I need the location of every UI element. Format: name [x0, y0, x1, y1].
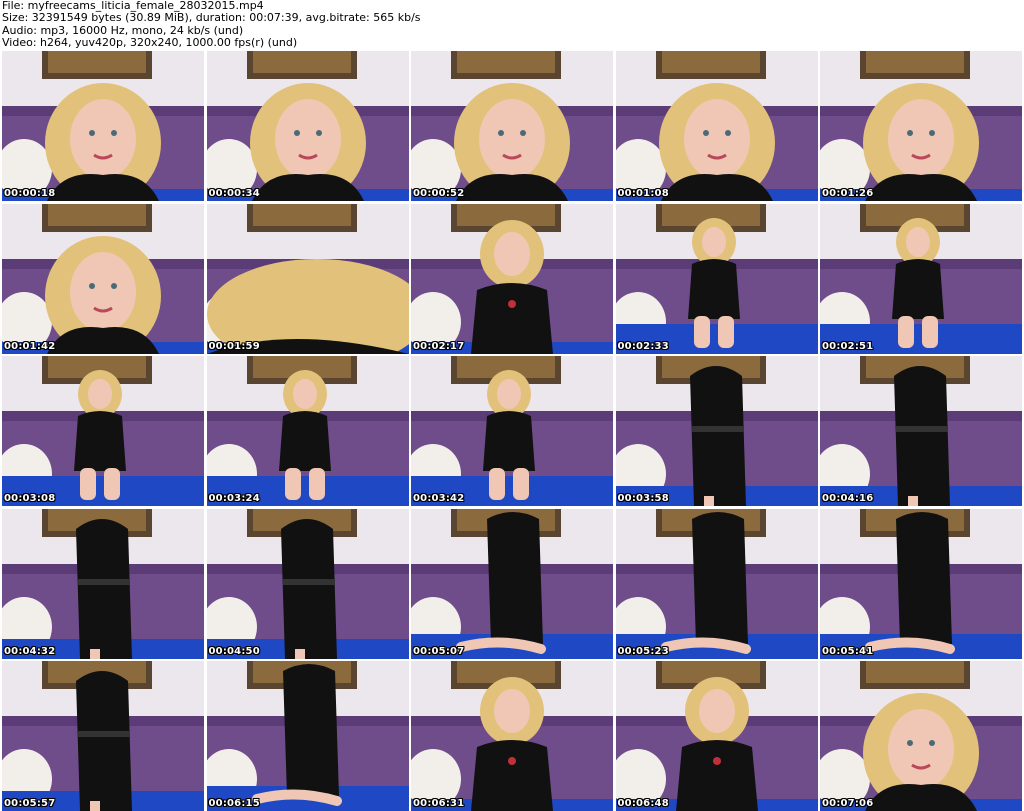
video-thumbnail: 00:04:50: [206, 508, 409, 659]
thumbnail-timestamp: 00:06:31: [413, 798, 465, 809]
video-thumbnail: 00:01:59: [206, 203, 409, 354]
thumbnail-timestamp: 00:03:08: [4, 493, 56, 504]
thumbnail-timestamp: 00:00:18: [4, 188, 56, 199]
thumbnail-timestamp: 00:05:07: [413, 645, 465, 657]
video-thumbnail: 00:05:41: [820, 508, 1022, 659]
video-thumbnail: 00:03:58: [615, 356, 818, 506]
thumbnail-timestamp: 00:01:42: [4, 340, 56, 352]
video-thumbnail: 00:05:57: [2, 661, 204, 811]
video-thumbnail: 00:02:51: [820, 203, 1022, 354]
video-thumbnail: 00:04:16: [820, 356, 1022, 506]
thumbnail-timestamp: 00:03:58: [617, 493, 669, 504]
thumbnail-timestamp: 00:01:59: [208, 340, 260, 352]
thumbnail-timestamp: 00:00:52: [413, 188, 465, 199]
thumbnail-image: [615, 661, 818, 811]
thumbnail-image: [2, 51, 204, 201]
video-thumbnail: 00:05:07: [411, 508, 613, 659]
video-thumbnail: 00:01:42: [2, 203, 204, 354]
video-thumbnail: 00:04:32: [2, 508, 204, 659]
thumbnail-image: [820, 51, 1022, 201]
video-thumbnail: 00:02:33: [615, 203, 818, 354]
video-thumbnail: 00:02:17: [411, 203, 613, 354]
thumbnail-image: [820, 661, 1022, 811]
video-thumbnail: 00:01:26: [820, 51, 1022, 201]
thumbnail-image: [411, 51, 613, 201]
thumbnail-image: [615, 508, 818, 659]
thumbnail-timestamp: 00:02:17: [413, 340, 465, 352]
video-thumbnail: 00:00:52: [411, 51, 613, 201]
thumbnail-image: [2, 508, 204, 659]
thumbnail-image: [2, 661, 204, 811]
thumbnail-image: [411, 508, 613, 659]
thumbnail-image: [820, 508, 1022, 659]
thumbnail-timestamp: 00:02:33: [617, 340, 669, 352]
thumbnail-timestamp: 00:06:48: [617, 798, 669, 809]
thumbnail-timestamp: 00:00:34: [208, 188, 260, 199]
thumbnail-grid: 00:00:18 00:00:34 00:00:52 00:01:08 00:01:26…: [2, 51, 1022, 811]
thumbnail-timestamp: 00:03:42: [413, 493, 465, 504]
thumbnail-image: [615, 51, 818, 201]
thumbnail-image: [2, 356, 204, 506]
thumbnail-timestamp: 00:03:24: [208, 493, 260, 504]
thumbnail-image: [206, 51, 409, 201]
thumbnail-image: [206, 203, 409, 354]
thumbnail-timestamp: 00:07:06: [822, 798, 874, 809]
video-info-line: Video: h264, yuv420p, 320x240, 1000.00 f…: [2, 35, 298, 49]
video-thumbnail: 00:00:34: [206, 51, 409, 201]
thumbnail-timestamp: 00:01:08: [617, 188, 669, 199]
thumbnail-image: [820, 203, 1022, 354]
thumbnail-image: [820, 356, 1022, 506]
thumbnail-timestamp: 00:02:51: [822, 340, 874, 352]
video-thumbnail: 00:03:08: [2, 356, 204, 506]
thumbnail-timestamp: 00:05:41: [822, 645, 874, 657]
thumbnail-timestamp: 00:04:16: [822, 493, 874, 504]
video-thumbnail: 00:06:31: [411, 661, 613, 811]
thumbnail-image: [206, 508, 409, 659]
file-size-line: Size: 32391549 bytes (30.89 MiB), durati…: [2, 11, 421, 25]
video-thumbnail: 00:01:08: [615, 51, 818, 201]
thumbnail-timestamp: 00:05:57: [4, 798, 56, 809]
thumbnail-timestamp: 00:06:15: [208, 798, 260, 809]
thumbnail-image: [411, 203, 613, 354]
video-thumbnail: 00:00:18: [2, 51, 204, 201]
video-thumbnail: 00:03:24: [206, 356, 409, 506]
thumbnail-timestamp: 00:05:23: [617, 645, 669, 657]
thumbnail-image: [206, 661, 409, 811]
thumbnail-image: [411, 356, 613, 506]
file-info-header: File: myfreecams_liticia_female_28032015…: [2, 0, 1022, 50]
thumbnail-timestamp: 00:04:50: [208, 645, 260, 657]
thumbnail-image: [206, 356, 409, 506]
thumbnail-image: [615, 203, 818, 354]
thumbnail-image: [2, 203, 204, 354]
video-thumbnail: 00:06:48: [615, 661, 818, 811]
thumbnail-image: [411, 661, 613, 811]
video-thumbnail: 00:07:06: [820, 661, 1022, 811]
video-thumbnail: 00:05:23: [615, 508, 818, 659]
thumbnail-timestamp: 00:04:32: [4, 645, 56, 657]
video-thumbnail: 00:03:42: [411, 356, 613, 506]
thumbnail-image: [615, 356, 818, 506]
video-thumbnail: 00:06:15: [206, 661, 409, 811]
thumbnail-timestamp: 00:01:26: [822, 188, 874, 199]
